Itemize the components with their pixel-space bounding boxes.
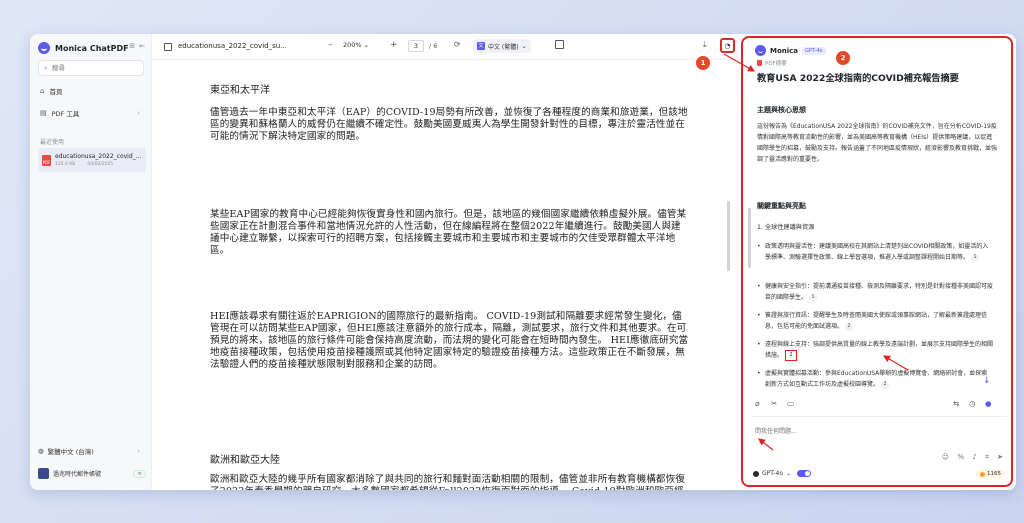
arrow-to-input: [758, 438, 774, 451]
arrow-to-title: [723, 53, 756, 72]
arrow-to-citation: [882, 355, 909, 371]
annotation-arrows: [723, 53, 909, 451]
